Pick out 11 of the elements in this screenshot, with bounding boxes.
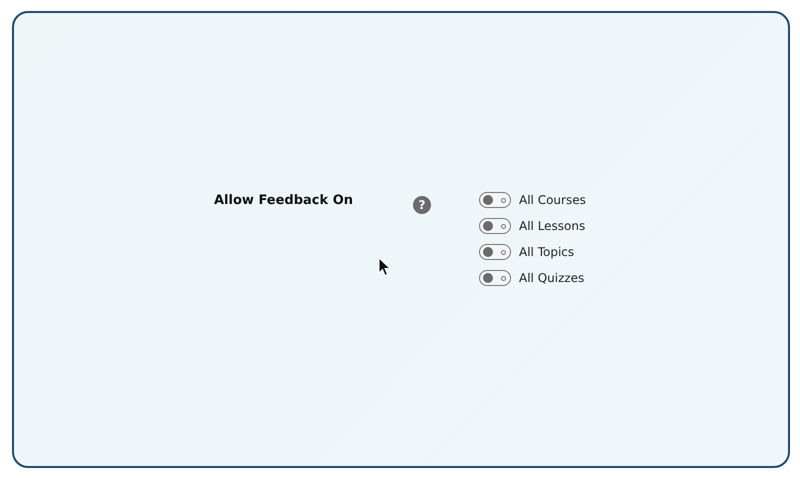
toggle-switch[interactable]: [479, 270, 511, 286]
setting-label: Allow Feedback On: [214, 192, 354, 208]
toggle-switch[interactable]: [479, 244, 511, 260]
toggle-switch[interactable]: [479, 218, 511, 234]
help-icon[interactable]: ?: [413, 196, 431, 214]
option-label: All Lessons: [519, 219, 586, 233]
option-label: All Courses: [519, 193, 586, 207]
cursor-icon: [378, 257, 391, 277]
option-label: All Quizzes: [519, 271, 584, 285]
option-label: All Topics: [519, 245, 574, 259]
toggle-switch[interactable]: [479, 192, 511, 208]
